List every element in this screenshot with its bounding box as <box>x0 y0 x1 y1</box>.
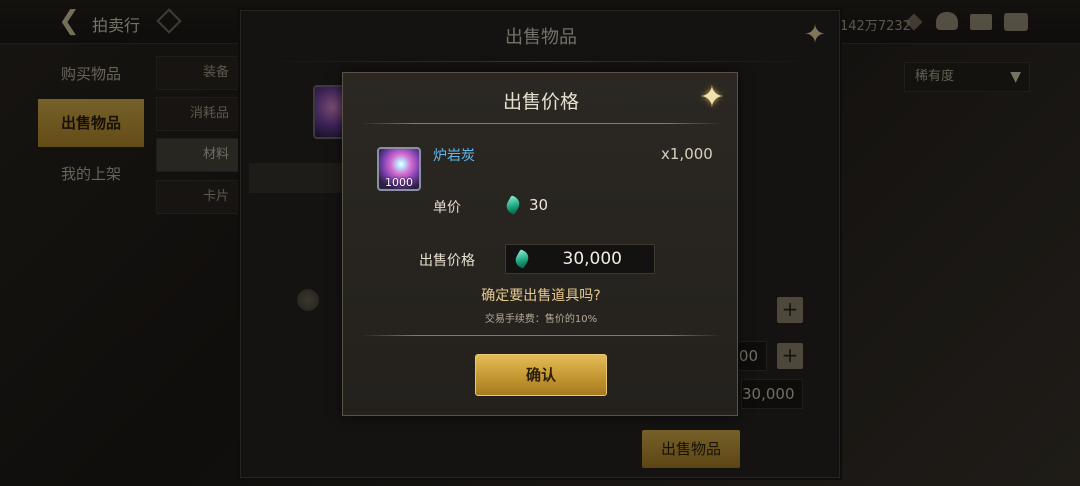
green-gem-icon <box>503 195 523 215</box>
unit-price-value: 30 <box>529 196 549 214</box>
green-gem-icon <box>512 249 532 269</box>
close-star-icon[interactable]: ✦ <box>695 81 729 115</box>
item-icon: 1000 <box>377 147 421 191</box>
item-name: 炉岩炭 <box>433 148 475 164</box>
unit-price-label: 单价 <box>433 200 461 216</box>
sell-price-value: 30,000 <box>562 249 622 269</box>
confirm-button[interactable]: 确认 <box>475 354 607 396</box>
confirm-question: 确定要出售道具吗? <box>481 288 601 304</box>
divider <box>361 123 721 124</box>
sell-price-label: 出售价格 <box>419 253 475 269</box>
sell-price-dialog: 出售价格 ✦ 1000 炉岩炭 x1,000 单价 30 出售价格 30,000… <box>342 72 738 416</box>
dialog-title: 出售价格 <box>502 91 579 113</box>
item-stack-count: 1000 <box>385 176 413 189</box>
sell-price-field[interactable]: 30,000 <box>505 244 655 274</box>
divider <box>361 335 721 336</box>
fee-note: 交易手续费：售价的10% <box>484 314 598 325</box>
item-quantity: x1,000 <box>661 145 713 163</box>
